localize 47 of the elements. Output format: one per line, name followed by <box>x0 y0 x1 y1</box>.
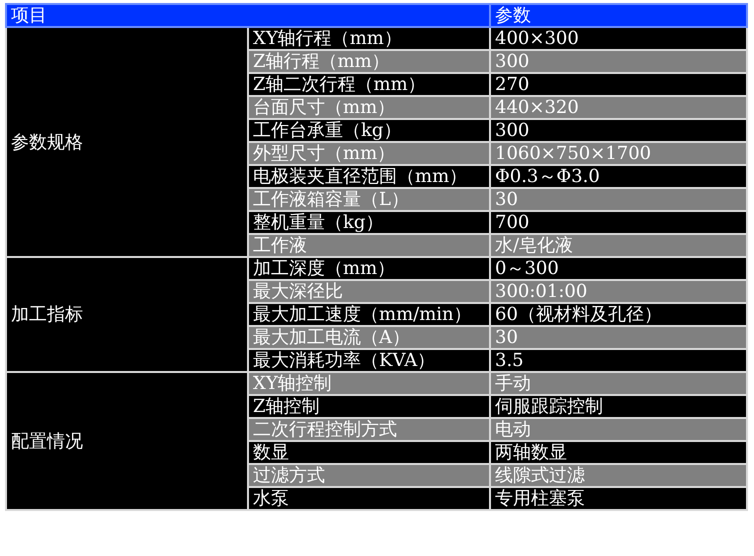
table-cell: 过滤方式 <box>248 464 490 487</box>
table-cell: 700 <box>490 211 747 234</box>
table-cell: 两轴数显 <box>490 441 747 464</box>
table-cell: 3.5 <box>490 349 747 372</box>
table-cell: 线隙式过滤 <box>490 464 747 487</box>
column-header: 项目 <box>6 4 490 27</box>
table-cell: 最大消耗功率（KVA） <box>248 349 490 372</box>
table-cell: 最大加工速度（mm/min） <box>248 303 490 326</box>
table-cell: 270 <box>490 73 747 96</box>
table-cell: 60（视材料及孔径） <box>490 303 747 326</box>
table-cell: 外型尺寸（mm） <box>248 142 490 165</box>
table-cell: Z轴行程（mm） <box>248 50 490 73</box>
table-cell: 最大加工电流（A） <box>248 326 490 349</box>
table-cell: 最大深径比 <box>248 280 490 303</box>
table-cell: 400×300 <box>490 27 747 50</box>
table-cell: 加工深度（mm） <box>248 257 490 280</box>
group-cell: 参数规格 <box>6 27 248 257</box>
table-cell: Z轴二次行程（mm） <box>248 73 490 96</box>
table-cell: 整机重量（kg） <box>248 211 490 234</box>
table-cell: Z轴控制 <box>248 395 490 418</box>
table-cell: 电动 <box>490 418 747 441</box>
table-cell: 二次行程控制方式 <box>248 418 490 441</box>
table-cell: 30 <box>490 188 747 211</box>
table-cell: 440×320 <box>490 96 747 119</box>
table-cell: 专用柱塞泵 <box>490 487 747 510</box>
group-cell: 加工指标 <box>6 257 248 372</box>
table-cell: Φ0.3～Φ3.0 <box>490 165 747 188</box>
table-cell: 手动 <box>490 372 747 395</box>
table-cell: 30 <box>490 326 747 349</box>
table-cell: 工作液 <box>248 234 490 257</box>
table-cell: 台面尺寸（mm） <box>248 96 490 119</box>
table-cell: 1060×750×1700 <box>490 142 747 165</box>
table-cell: 0～300 <box>490 257 747 280</box>
table-cell: 工作台承重（kg） <box>248 119 490 142</box>
table-cell: 300 <box>490 119 747 142</box>
table-cell: 伺服跟踪控制 <box>490 395 747 418</box>
table-cell: XY轴行程（mm） <box>248 27 490 50</box>
table-cell: 电极装夹直径范围（mm） <box>248 165 490 188</box>
table-cell: 数显 <box>248 441 490 464</box>
column-header: 参数 <box>490 4 747 27</box>
table-cell: 工作液箱容量（L） <box>248 188 490 211</box>
table-cell: 300:01:00 <box>490 280 747 303</box>
table-cell: 水/皂化液 <box>490 234 747 257</box>
table-cell: XY轴控制 <box>248 372 490 395</box>
group-cell: 配置情况 <box>6 372 248 510</box>
table-cell: 水泵 <box>248 487 490 510</box>
table-cell: 300 <box>490 50 747 73</box>
